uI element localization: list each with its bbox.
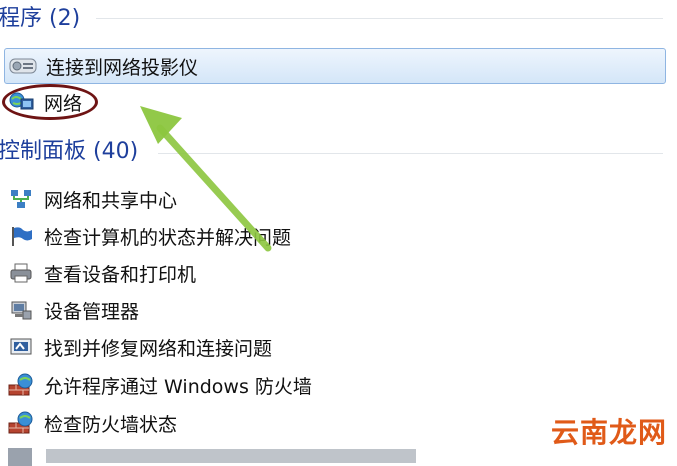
result-troubleshoot-network[interactable]: 找到并修复网络和连接问题 xyxy=(6,332,272,362)
result-device-manager[interactable]: 设备管理器 xyxy=(6,295,139,325)
network-sharing-icon xyxy=(6,186,36,212)
result-label: 检查计算机的状态并解决问题 xyxy=(44,226,292,249)
result-label: 网络和共享中心 xyxy=(44,189,178,212)
troubleshoot-icon xyxy=(6,334,36,360)
list-item[interactable] xyxy=(6,446,426,466)
projector-icon xyxy=(8,53,38,79)
highlight-oval-annotation xyxy=(2,84,98,120)
result-devices-printers[interactable]: 查看设备和打印机 xyxy=(6,258,196,288)
result-label: 设备管理器 xyxy=(44,300,140,323)
result-check-computer-status[interactable]: 检查计算机的状态并解决问题 xyxy=(6,221,291,251)
divider xyxy=(158,153,663,154)
result-network-sharing-center[interactable]: 网络和共享中心 xyxy=(6,184,177,214)
result-label: 连接到网络投影仪 xyxy=(46,56,199,79)
result-allow-program-firewall[interactable]: 允许程序通过 Windows 防火墙 xyxy=(6,370,312,400)
result-label: 找到并修复网络和连接问题 xyxy=(44,337,273,360)
divider xyxy=(96,18,663,19)
result-label: 允许程序通过 Windows 防火墙 xyxy=(44,375,312,398)
action-center-flag-icon xyxy=(6,223,36,249)
firewall-icon xyxy=(6,410,36,436)
result-label: 查看设备和打印机 xyxy=(44,263,197,286)
firewall-icon xyxy=(6,372,36,398)
control-panel-group-header[interactable]: 控制面板 (40) xyxy=(0,137,138,167)
result-check-firewall-status[interactable]: 检查防火墙状态 xyxy=(6,408,177,438)
device-manager-icon xyxy=(6,297,36,323)
watermark: 云南龙网 xyxy=(550,416,667,449)
programs-group-header[interactable]: 程序 (2) xyxy=(0,4,80,34)
printer-icon xyxy=(6,260,36,286)
result-label: 检查防火墙状态 xyxy=(44,413,178,436)
result-connect-network-projector[interactable]: 连接到网络投影仪 xyxy=(4,48,666,84)
